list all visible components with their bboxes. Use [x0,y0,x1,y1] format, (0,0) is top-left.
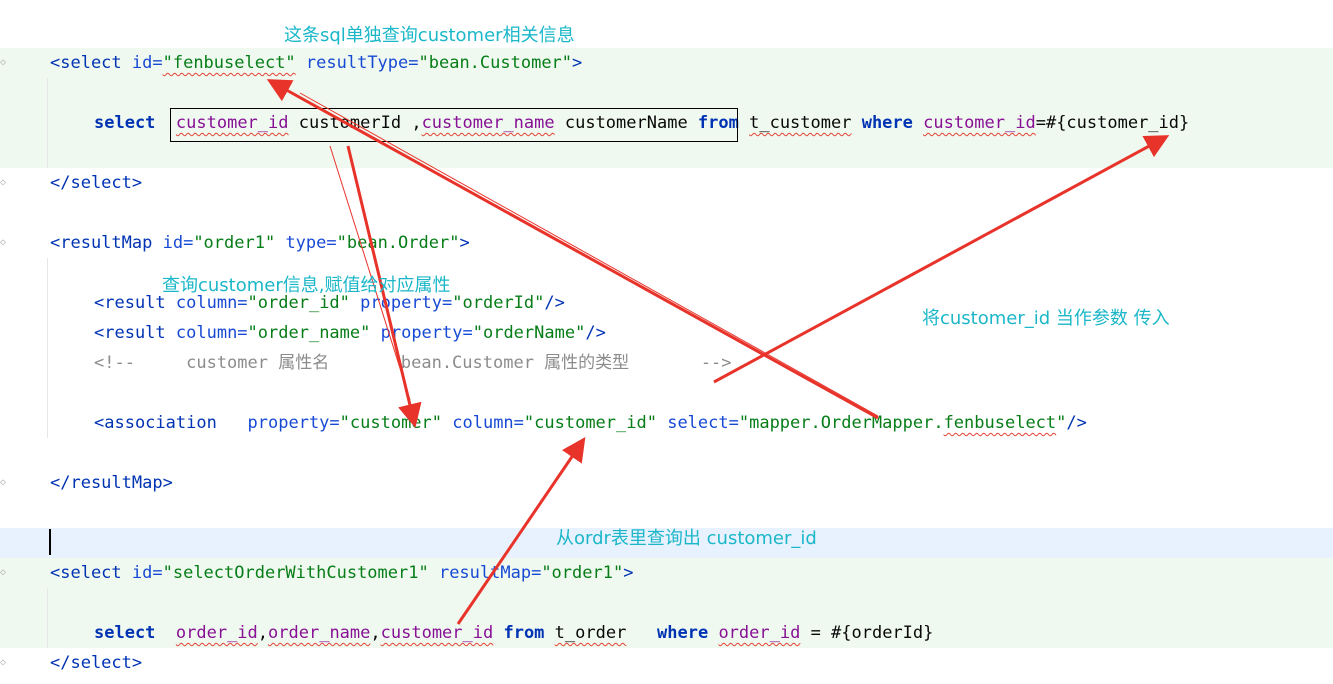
annotation-arrows [266,79,1170,625]
annotation-middle: 查询customer信息,赋值给对应属性 [162,275,451,296]
annotation-right: 将customer_id 当作参数 传入 [922,308,1170,329]
arrow-param-to-where [713,135,1170,384]
arrow-thin-to-fenbuselect [299,92,879,417]
annotation-top: 这条sql单独查询customer相关信息 [284,25,575,46]
annotation-bottom: 从ordr表里查询出 customer_id [556,528,817,549]
